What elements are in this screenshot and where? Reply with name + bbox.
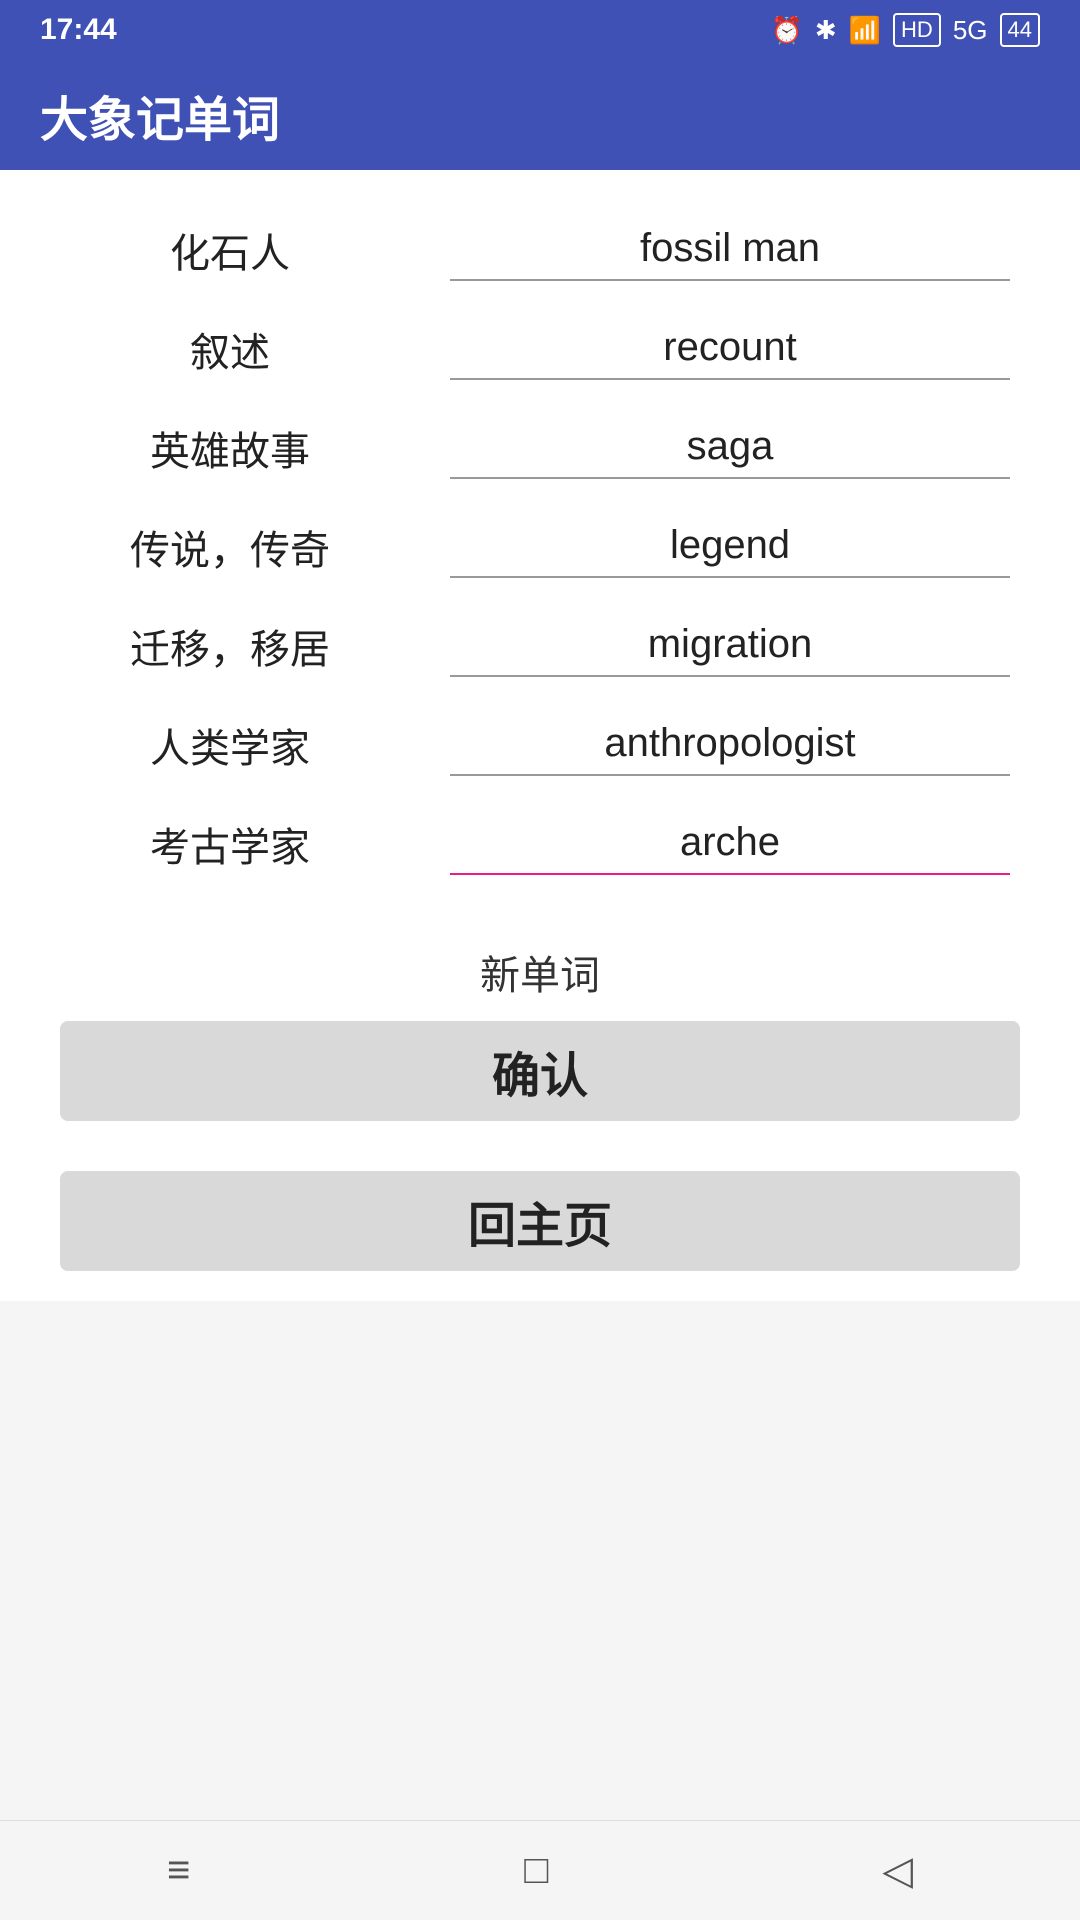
new-word-label: 新单词 (480, 943, 600, 1001)
chinese-label-5: 迁移，移居 (40, 617, 420, 675)
english-input-1[interactable] (450, 218, 1010, 281)
status-time: 17:44 (40, 13, 117, 47)
input-wrapper-5 (420, 614, 1040, 677)
chinese-label-7: 考古学家 (40, 815, 420, 873)
chinese-label-4: 传说，传奇 (40, 518, 420, 576)
status-icons: ⏰ ✱ 📶 HD 5G 44 (771, 13, 1041, 47)
english-input-6[interactable] (450, 713, 1010, 776)
home-button[interactable]: 回主页 (60, 1171, 1020, 1271)
signal-icon: 5G (953, 15, 988, 46)
input-wrapper-2 (420, 317, 1040, 380)
battery-icon: 44 (1000, 13, 1040, 47)
bluetooth-icon: ✱ (815, 15, 837, 46)
input-wrapper-3 (420, 416, 1040, 479)
confirm-button[interactable]: 确认 (60, 1021, 1020, 1121)
chinese-label-6: 人类学家 (40, 716, 420, 774)
chinese-label-1: 化石人 (40, 221, 420, 279)
english-input-3[interactable] (450, 416, 1010, 479)
new-word-section: 新单词 确认 回主页 (40, 943, 1040, 1271)
input-wrapper-6 (420, 713, 1040, 776)
chinese-label-2: 叙述 (40, 320, 420, 378)
english-input-4[interactable] (450, 515, 1010, 578)
word-row: 考古学家 (40, 794, 1040, 893)
word-row: 英雄故事 (40, 398, 1040, 497)
input-wrapper-7 (420, 812, 1040, 875)
english-input-2[interactable] (450, 317, 1010, 380)
wifi-icon: 📶 (849, 15, 881, 46)
word-row: 叙述 (40, 299, 1040, 398)
home-nav-icon[interactable]: □ (524, 1848, 548, 1893)
alarm-icon: ⏰ (771, 15, 803, 46)
app-header: 大象记单词 (0, 60, 1080, 170)
english-input-5[interactable] (450, 614, 1010, 677)
word-row: 迁移，移居 (40, 596, 1040, 695)
main-content: 化石人 叙述 英雄故事 传说，传奇 迁移 (0, 170, 1080, 1301)
english-input-7[interactable] (450, 812, 1010, 875)
menu-nav-icon[interactable]: ≡ (167, 1848, 190, 1893)
input-wrapper-1 (420, 218, 1040, 281)
hd-icon: HD (893, 13, 941, 47)
nav-bar: ≡ □ ◁ (0, 1820, 1080, 1920)
status-bar: 17:44 ⏰ ✱ 📶 HD 5G 44 (0, 0, 1080, 60)
input-wrapper-4 (420, 515, 1040, 578)
chinese-label-3: 英雄故事 (40, 419, 420, 477)
back-nav-icon[interactable]: ◁ (882, 1848, 913, 1894)
app-title: 大象记单词 (40, 80, 280, 150)
word-row: 传说，传奇 (40, 497, 1040, 596)
word-row: 化石人 (40, 200, 1040, 299)
word-row: 人类学家 (40, 695, 1040, 794)
